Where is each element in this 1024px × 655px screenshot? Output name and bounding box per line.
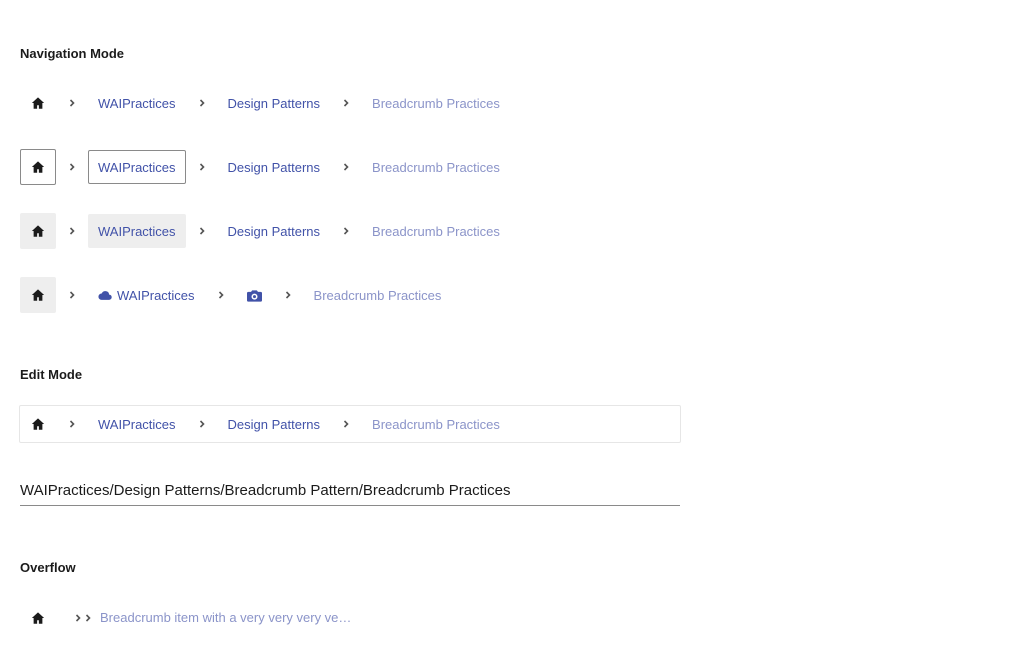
breadcrumb-item-current: Breadcrumb Practices: [372, 223, 500, 239]
chevron-right-icon: [199, 163, 205, 171]
breadcrumb-default: WAIPractices Design Patterns Breadcrumb …: [20, 85, 510, 121]
home-button[interactable]: [20, 600, 56, 636]
separator: [56, 406, 88, 442]
chevron-right-icon: [218, 291, 224, 299]
home-button[interactable]: [20, 149, 56, 185]
section-title-navigation: Navigation Mode: [20, 46, 125, 61]
separator: [205, 277, 237, 313]
chevron-right-icon: [285, 291, 291, 299]
breadcrumb-item-current: Breadcrumb item with a very very very ve…: [94, 601, 365, 635]
home-icon: [31, 612, 45, 624]
breadcrumb-path-input[interactable]: [20, 476, 680, 506]
separator: [330, 85, 362, 121]
breadcrumb-item-label: Breadcrumb item with a very very very ve…: [100, 610, 355, 625]
breadcrumb-item-design-patterns[interactable]: Design Patterns: [218, 86, 331, 120]
chevron-right-icon: [69, 227, 75, 235]
separator: [186, 213, 218, 249]
home-icon: [31, 289, 45, 301]
home-button[interactable]: [20, 406, 56, 442]
chevron-right-icon: [343, 227, 349, 235]
separator: [272, 277, 304, 313]
breadcrumb-item-current: Breadcrumb Practices: [372, 159, 500, 175]
breadcrumb-item-waipractices[interactable]: WAIPractices: [88, 407, 186, 441]
chevron-right-icon: [343, 420, 349, 428]
separator: [330, 406, 362, 442]
separator: [56, 600, 82, 636]
breadcrumb-focused: WAIPractices Design Patterns Breadcrumb …: [20, 149, 510, 185]
chevron-right-icon: [69, 420, 75, 428]
separator: [330, 213, 362, 249]
separator: [56, 85, 88, 121]
chevron-right-icon: [69, 163, 75, 171]
separator: [56, 277, 88, 313]
section-title-overflow: Overflow: [20, 560, 76, 575]
camera-icon: [246, 289, 262, 302]
breadcrumb-item-current: Breadcrumb Practices: [372, 416, 500, 432]
breadcrumb-with-icons: WAIPractices Breadcrumb Practices: [20, 277, 451, 313]
breadcrumb-overflow: Breadcrumb item with a very very very ve…: [20, 600, 365, 636]
breadcrumb-item-design-patterns[interactable]: Design Patterns: [218, 407, 331, 441]
breadcrumb-hovered: WAIPractices Design Patterns Breadcrumb …: [20, 213, 510, 249]
breadcrumb-item-label: WAIPractices: [117, 287, 195, 303]
chevron-right-icon: [343, 163, 349, 171]
home-button[interactable]: [20, 213, 56, 249]
separator: [186, 406, 218, 442]
chevron-right-icon: [85, 614, 91, 622]
chevron-right-icon: [199, 227, 205, 235]
breadcrumb-item-design-patterns[interactable]: Design Patterns: [218, 150, 331, 184]
breadcrumb-item-current: Breadcrumb Practices: [372, 95, 500, 111]
breadcrumb-item-waipractices[interactable]: WAIPractices: [88, 214, 186, 248]
breadcrumb-item-waipractices[interactable]: WAIPractices: [88, 86, 186, 120]
chevron-right-icon: [75, 614, 81, 622]
separator: [56, 149, 88, 185]
breadcrumb-item-design-patterns[interactable]: Design Patterns: [218, 214, 331, 248]
overflow-separator[interactable]: [82, 600, 94, 636]
home-button[interactable]: [20, 277, 56, 313]
separator: [330, 149, 362, 185]
home-button[interactable]: [20, 85, 56, 121]
chevron-right-icon: [343, 99, 349, 107]
chevron-right-icon: [69, 99, 75, 107]
section-title-edit: Edit Mode: [20, 367, 83, 382]
chevron-right-icon: [199, 420, 205, 428]
separator: [186, 149, 218, 185]
home-icon: [31, 225, 45, 237]
chevron-right-icon: [199, 99, 205, 107]
breadcrumb-item-waipractices[interactable]: WAIPractices: [88, 278, 205, 312]
cloud-icon: [98, 291, 112, 300]
separator: [186, 85, 218, 121]
separator: [56, 213, 88, 249]
breadcrumb-edit: WAIPractices Design Patterns Breadcrumb …: [20, 406, 510, 442]
home-icon: [31, 161, 45, 173]
home-icon: [31, 418, 45, 430]
breadcrumb-item-current: Breadcrumb Practices: [313, 287, 442, 303]
breadcrumb-item-camera[interactable]: [237, 278, 272, 312]
home-icon: [31, 97, 45, 109]
chevron-right-icon: [69, 291, 75, 299]
breadcrumb-item-waipractices[interactable]: WAIPractices: [88, 150, 186, 184]
